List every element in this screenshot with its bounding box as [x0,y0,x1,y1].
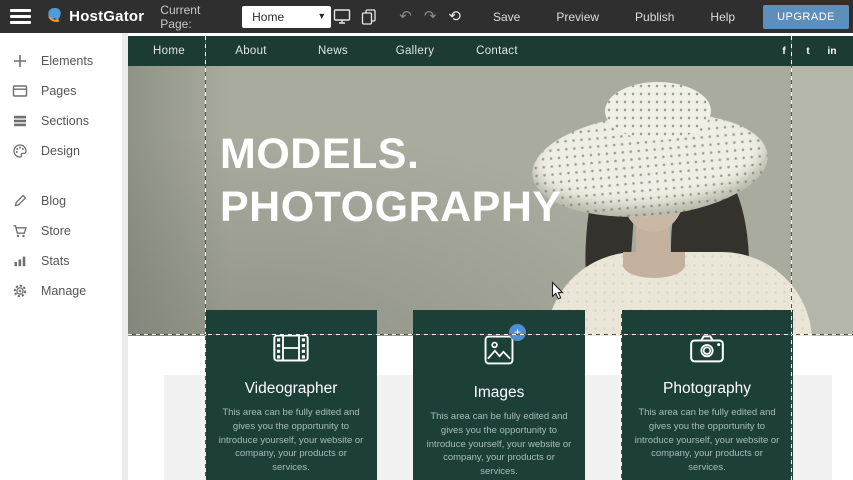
pages-icon [12,83,28,99]
chevron-down-icon: ▾ [319,11,324,22]
card-title[interactable]: Videographer [205,380,377,398]
brand-name: HostGator [69,8,144,25]
card-title[interactable]: Images [413,384,585,402]
sidebar-item-label: Blog [41,194,66,208]
pencil-icon [12,193,28,209]
mobile-view-icon[interactable] [357,8,379,25]
save-button[interactable]: Save [475,10,538,24]
history-icon[interactable]: ⟲ [442,9,467,24]
site-preview-canvas: Home About News Gallery Contact f t in [128,33,853,480]
editor-sidebar: Elements Pages Sections Design Blog [0,33,122,480]
widget-boundary-right-guide [791,36,792,480]
sidebar-item-pages[interactable]: Pages [0,76,122,106]
card-images[interactable]: + Images This area can be fully edited a… [413,310,585,480]
facebook-icon[interactable]: f [772,46,796,57]
social-links: f t in [772,46,853,57]
hostgator-logo: HostGator [45,7,144,26]
linkedin-icon[interactable]: in [820,46,844,57]
card-body-text[interactable]: This area can be fully edited and gives … [205,398,377,475]
hero-title-line2: PHOTOGRAPHY [220,181,562,234]
twitter-icon[interactable]: t [796,46,820,57]
widget-boundary-left-guide [205,36,206,480]
site-nav-contact[interactable]: Contact [456,45,538,57]
image-icon: + [480,331,518,374]
add-image-badge[interactable]: + [509,324,526,341]
sidebar-item-manage[interactable]: Manage [0,276,122,306]
redo-icon[interactable]: ↷ [418,9,443,24]
sidebar-item-label: Store [41,224,71,238]
sidebar-item-elements[interactable]: Elements [0,46,122,76]
sidebar-item-blog[interactable]: Blog [0,186,122,216]
white-hat-crown [605,82,711,140]
sidebar-item-sections[interactable]: Sections [0,106,122,136]
sidebar-item-store[interactable]: Store [0,216,122,246]
desktop-view-icon[interactable] [331,8,353,25]
site-nav-home[interactable]: Home [128,45,210,57]
site-nav-bar: Home About News Gallery Contact f t in [128,36,853,66]
hero-title-text[interactable]: MODELS. PHOTOGRAPHY [220,128,562,234]
sidebar-item-label: Sections [41,114,89,128]
hero-title-line1: MODELS. [220,128,562,181]
undo-icon[interactable]: ↶ [393,9,418,24]
upgrade-button[interactable]: UPGRADE [763,5,849,29]
hero-image-widget[interactable]: MODELS. PHOTOGRAPHY [128,66,853,336]
bar-chart-icon [12,253,28,269]
sections-icon [12,113,28,129]
sidebar-item-label: Design [41,144,80,158]
sidebar-item-label: Elements [41,54,93,68]
site-nav-news[interactable]: News [292,45,374,57]
page-select-value: Home [252,10,284,24]
section-boundary-guide [128,334,853,335]
preview-button[interactable]: Preview [538,10,617,24]
current-page-label: Current Page: [160,3,232,31]
sidebar-item-label: Pages [41,84,76,98]
gator-mascot-icon [45,7,64,26]
sidebar-item-label: Stats [41,254,70,268]
card-title[interactable]: Photography [621,380,793,398]
toolbar-actions: ↶ ↷ ⟲ Save Preview Publish Help UPGRADE [331,5,853,29]
sidebar-item-design[interactable]: Design [0,136,122,166]
hamburger-menu-icon[interactable] [10,9,31,24]
top-toolbar: HostGator Current Page: Home ▾ ↶ ↷ ⟲ Sav… [0,0,853,33]
publish-button[interactable]: Publish [617,10,692,24]
cart-icon [12,223,28,239]
gear-icon [12,283,28,299]
page-select-dropdown[interactable]: Home ▾ [242,6,331,28]
camera-icon [687,331,727,370]
palette-icon [12,143,28,159]
card-boundary-guide [621,310,622,480]
film-icon [271,331,311,370]
card-photography[interactable]: Photography This area can be fully edite… [621,310,793,480]
hostgator-builder-window: HostGator Current Page: Home ▾ ↶ ↷ ⟲ Sav… [0,0,853,480]
site-nav-about[interactable]: About [210,45,292,57]
sidebar-item-label: Manage [41,284,86,298]
site-nav-gallery[interactable]: Gallery [374,45,456,57]
help-button[interactable]: Help [692,10,753,24]
card-body-text[interactable]: This area can be fully edited and gives … [621,398,793,475]
sidebar-item-stats[interactable]: Stats [0,246,122,276]
model-neckline [623,252,685,278]
card-body-text[interactable]: This area can be fully edited and gives … [413,402,585,479]
plus-icon [12,53,28,69]
card-videographer[interactable]: Videographer This area can be fully edit… [205,310,377,480]
